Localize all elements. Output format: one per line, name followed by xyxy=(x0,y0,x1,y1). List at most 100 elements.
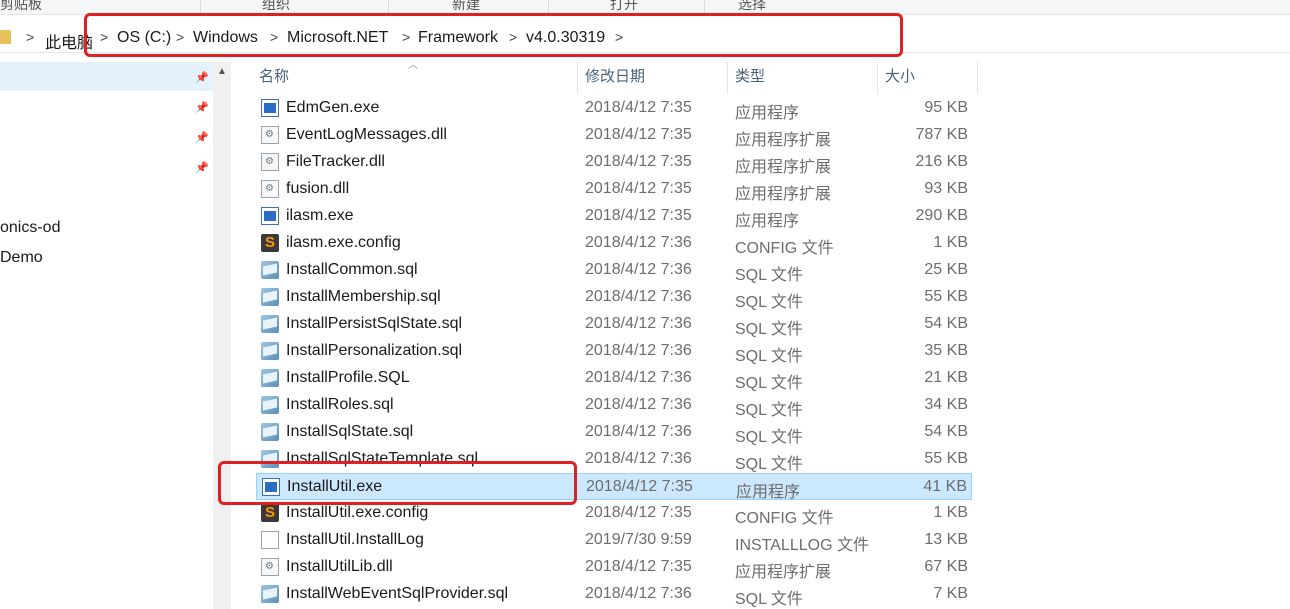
chevron-right-icon: > xyxy=(26,29,35,45)
pin-icon[interactable]: 📌 xyxy=(195,72,209,84)
config-file-icon xyxy=(261,234,279,252)
file-name[interactable]: ilasm.exe.config xyxy=(286,234,401,252)
nav-selected-item[interactable] xyxy=(0,62,213,91)
file-date: 2018/4/12 7:35 xyxy=(586,478,693,495)
file-size: 35 KB xyxy=(924,342,968,359)
file-name[interactable]: InstallRoles.sql xyxy=(286,396,394,414)
file-row[interactable]: InstallPersistSqlState.sql 2018/4/12 7:36… xyxy=(256,311,972,338)
nav-item[interactable]: Demo xyxy=(0,249,43,267)
file-row[interactable]: InstallSqlState.sql 2018/4/12 7:36 SQL 文件 5… xyxy=(256,419,972,446)
file-size: 21 KB xyxy=(924,369,968,386)
file-type: SQL 文件 xyxy=(735,456,803,473)
file-type: 应用程序扩展 xyxy=(735,564,832,581)
dll-file-icon xyxy=(261,180,279,198)
file-name[interactable]: InstallUtilLib.dll xyxy=(286,558,393,576)
sql-file-icon xyxy=(261,423,279,441)
file-date: 2018/4/12 7:35 xyxy=(585,558,692,575)
ribbon-group-clipboard: 剪贴板 xyxy=(0,0,42,12)
column-divider[interactable] xyxy=(577,62,578,94)
file-name[interactable]: InstallPersonalization.sql xyxy=(286,342,462,360)
file-date: 2018/4/12 7:35 xyxy=(585,126,692,143)
ribbon-divider xyxy=(200,0,201,14)
column-divider[interactable] xyxy=(877,62,878,94)
column-header-date[interactable]: 修改日期 xyxy=(585,62,725,92)
file-size: 13 KB xyxy=(924,531,968,548)
nav-scrollbar[interactable]: ▲ xyxy=(213,62,231,609)
file-size: 67 KB xyxy=(924,558,968,575)
file-size: 787 KB xyxy=(915,126,968,143)
file-name[interactable]: FileTracker.dll xyxy=(286,153,385,171)
file-type: 应用程序 xyxy=(735,105,800,122)
pin-icon[interactable]: 📌 xyxy=(195,102,209,114)
file-name[interactable]: InstallPersistSqlState.sql xyxy=(286,315,462,333)
file-name[interactable]: InstallUtil.InstallLog xyxy=(286,531,424,549)
file-type: SQL 文件 xyxy=(735,348,803,365)
file-date: 2018/4/12 7:36 xyxy=(585,288,692,305)
ribbon-group-select: 选择 xyxy=(738,0,766,12)
file-name[interactable]: EventLogMessages.dll xyxy=(286,126,447,144)
file-name[interactable]: InstallWebEventSqlProvider.sql xyxy=(286,585,508,603)
file-type: SQL 文件 xyxy=(735,294,803,311)
file-size: 216 KB xyxy=(915,153,968,170)
file-name[interactable]: InstallMembership.sql xyxy=(286,288,441,306)
exe-file-icon xyxy=(261,207,279,225)
address-highlight-box xyxy=(84,13,903,57)
pin-icon[interactable]: 📌 xyxy=(195,162,209,174)
file-size: 1 KB xyxy=(933,234,968,251)
file-size: 54 KB xyxy=(924,315,968,332)
ribbon-divider xyxy=(704,0,705,14)
sql-file-icon xyxy=(261,342,279,360)
file-row[interactable]: InstallRoles.sql 2018/4/12 7:36 SQL 文件 34 K… xyxy=(256,392,972,419)
file-name[interactable]: ilasm.exe xyxy=(286,207,354,225)
file-row[interactable]: InstallCommon.sql 2018/4/12 7:36 SQL 文件 25 … xyxy=(256,257,972,284)
nav-item[interactable]: onics-od xyxy=(0,219,60,237)
file-name[interactable]: InstallSqlState.sql xyxy=(286,423,413,441)
ribbon-divider xyxy=(548,0,549,14)
file-type: 应用程序扩展 xyxy=(735,186,832,203)
file-name[interactable]: EdmGen.exe xyxy=(286,99,379,117)
column-divider[interactable] xyxy=(727,62,728,94)
file-row[interactable]: InstallMembership.sql 2018/4/12 7:36 SQL 文… xyxy=(256,284,972,311)
file-date: 2018/4/12 7:36 xyxy=(585,234,692,251)
file-row[interactable]: InstallUtilLib.dll 2018/4/12 7:35 应用程序扩展 67… xyxy=(256,554,972,581)
file-row[interactable]: ilasm.exe 2018/4/12 7:35 应用程序 290 KB xyxy=(256,203,972,230)
scroll-up-icon[interactable]: ▲ xyxy=(217,66,227,77)
file-size: 290 KB xyxy=(915,207,968,224)
column-header-name[interactable]: 名称 xyxy=(259,62,577,92)
file-date: 2018/4/12 7:36 xyxy=(585,585,692,602)
file-date: 2018/4/12 7:35 xyxy=(585,504,692,521)
file-row[interactable]: FileTracker.dll 2018/4/12 7:35 应用程序扩展 216 K… xyxy=(256,149,972,176)
file-row[interactable]: InstallProfile.SQL 2018/4/12 7:36 SQL 文件 21… xyxy=(256,365,972,392)
file-name[interactable]: InstallProfile.SQL xyxy=(286,369,410,387)
file-date: 2018/4/12 7:35 xyxy=(585,180,692,197)
file-row[interactable]: ilasm.exe.config 2018/4/12 7:36 CONFIG 文件 1… xyxy=(256,230,972,257)
column-header-size[interactable]: 大小 xyxy=(885,62,975,92)
dll-file-icon xyxy=(261,558,279,576)
column-divider[interactable] xyxy=(977,62,978,94)
ribbon-divider xyxy=(388,0,389,14)
file-type: CONFIG 文件 xyxy=(735,510,834,527)
file-type: INSTALLLOG 文件 xyxy=(735,537,869,554)
file-row[interactable]: InstallUtil.InstallLog 2019/7/30 9:59 INST… xyxy=(256,527,972,554)
file-size: 55 KB xyxy=(924,288,968,305)
navigation-pane: 📌 📌 📌 📌 onics-od Demo xyxy=(0,62,213,609)
file-size: 25 KB xyxy=(924,261,968,278)
file-row[interactable]: EventLogMessages.dll 2018/4/12 7:35 应用程序扩展… xyxy=(256,122,972,149)
file-row[interactable]: fusion.dll 2018/4/12 7:35 应用程序扩展 93 KB xyxy=(256,176,972,203)
file-date: 2018/4/12 7:36 xyxy=(585,261,692,278)
pin-icon[interactable]: 📌 xyxy=(195,132,209,144)
file-row[interactable]: InstallPersonalization.sql 2018/4/12 7:36… xyxy=(256,338,972,365)
file-size: 54 KB xyxy=(924,423,968,440)
file-name[interactable]: fusion.dll xyxy=(286,180,349,198)
dll-file-icon xyxy=(261,153,279,171)
file-type: 应用程序 xyxy=(735,213,800,230)
file-name[interactable]: InstallCommon.sql xyxy=(286,261,418,279)
file-type: SQL 文件 xyxy=(735,429,803,446)
file-row[interactable]: EdmGen.exe 2018/4/12 7:35 应用程序 95 KB xyxy=(256,95,972,122)
column-header-type[interactable]: 类型 xyxy=(735,62,875,92)
folder-icon xyxy=(0,30,11,44)
sql-file-icon xyxy=(261,315,279,333)
file-row[interactable]: InstallWebEventSqlProvider.sql 2018/4/12 … xyxy=(256,581,972,608)
file-name[interactable]: InstallUtil.exe.config xyxy=(286,504,428,522)
dll-file-icon xyxy=(261,126,279,144)
